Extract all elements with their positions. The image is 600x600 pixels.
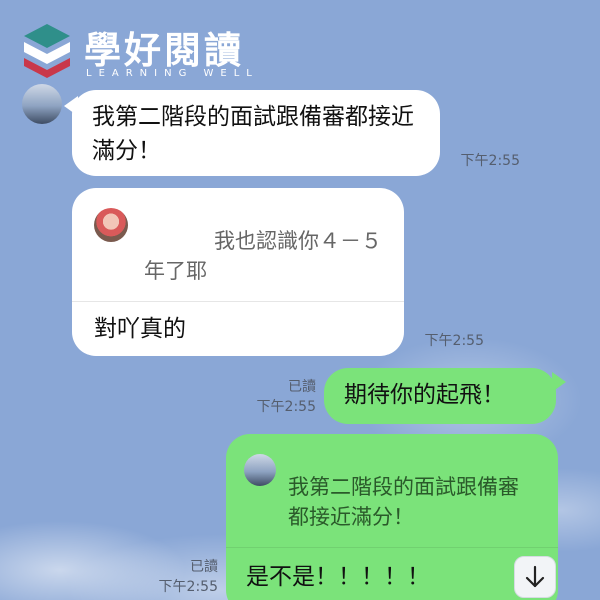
message-text: 是不是！！！！！ bbox=[246, 564, 430, 590]
quoted-message[interactable]: 我第二階段的面試跟備審都接近滿分！ bbox=[226, 434, 558, 548]
message-bubble-outgoing-reply[interactable]: 我第二階段的面試跟備審都接近滿分！ 是不是！！！！！ bbox=[226, 434, 558, 600]
message-time: 下午2:55 bbox=[158, 579, 218, 595]
logo-title: 學好閱讀 bbox=[84, 29, 244, 72]
arrow-down-icon bbox=[525, 565, 545, 588]
quoted-message[interactable]: 我也認識你４－５年了耶 bbox=[72, 188, 404, 302]
message-bubble-outgoing[interactable]: 期待你的起飛！ bbox=[324, 368, 556, 424]
message-bubble-incoming-reply[interactable]: 我也認識你４－５年了耶 對吖真的 bbox=[72, 188, 404, 356]
contact-avatar[interactable] bbox=[22, 84, 62, 124]
scroll-to-bottom-button[interactable] bbox=[514, 556, 556, 598]
message-bubble-incoming[interactable]: 我第二階段的面試跟備審都接近滿分！ bbox=[72, 90, 440, 176]
quoted-text: 我也認識你４－５年了耶 bbox=[144, 229, 382, 283]
logo-mark-icon bbox=[24, 24, 70, 78]
read-status: 已讀 bbox=[288, 379, 316, 395]
message-time: 下午2:55 bbox=[256, 399, 316, 415]
quoted-text: 我第二階段的面試跟備審都接近滿分！ bbox=[288, 475, 519, 529]
quoted-avatar bbox=[94, 208, 128, 242]
message-time: 下午2:55 bbox=[424, 333, 484, 349]
message-time: 下午2:55 bbox=[460, 153, 520, 169]
logo-subtitle: LEARNING WELL bbox=[86, 68, 259, 79]
message-text: 期待你的起飛！ bbox=[344, 382, 505, 408]
quoted-avatar bbox=[244, 454, 276, 486]
message-text: 對吖真的 bbox=[94, 316, 186, 342]
message-text: 我第二階段的面試跟備審都接近滿分！ bbox=[92, 104, 414, 164]
brand-logo: 學好閱讀 LEARNING WELL bbox=[22, 20, 262, 80]
read-status: 已讀 bbox=[190, 559, 218, 575]
